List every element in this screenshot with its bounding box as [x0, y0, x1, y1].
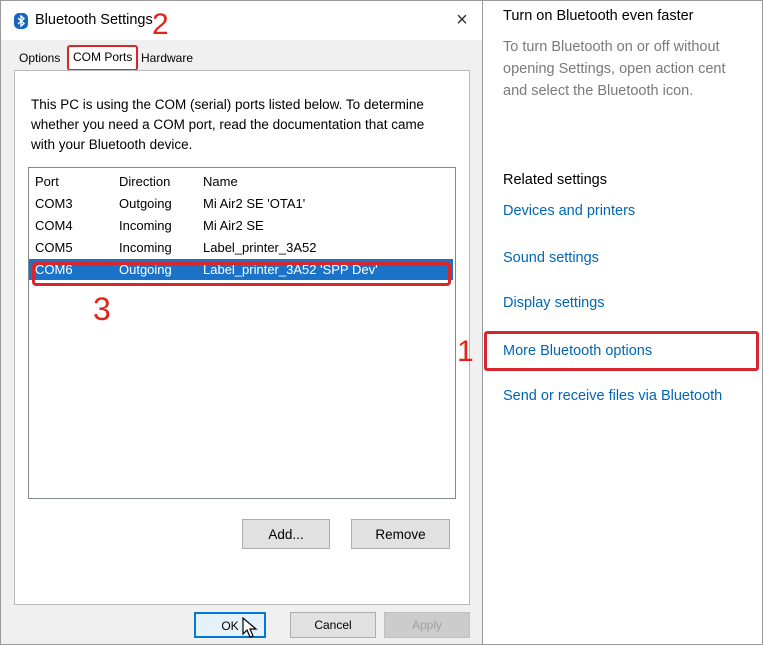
row-direction: Incoming: [119, 240, 172, 255]
row-name: Mi Air2 SE: [203, 218, 264, 233]
row-name: Mi Air2 SE 'OTA1': [203, 196, 306, 211]
row-direction: Outgoing: [119, 196, 172, 211]
mouse-pointer-icon: [242, 617, 258, 638]
send-receive-files-link[interactable]: Send or receive files via Bluetooth: [503, 388, 722, 404]
bluetooth-settings-page: Turn on Bluetooth even faster To turn Bl…: [483, 0, 763, 645]
table-row[interactable]: COM3 Outgoing Mi Air2 SE 'OTA1': [29, 193, 453, 214]
row-port: COM5: [35, 240, 73, 255]
row-direction: Incoming: [119, 218, 172, 233]
remove-port-button[interactable]: Remove: [351, 519, 450, 549]
display-settings-link[interactable]: Display settings: [503, 295, 605, 311]
add-port-button[interactable]: Add...: [242, 519, 330, 549]
column-header-port: Port: [35, 174, 59, 189]
settings-description-line: To turn Bluetooth on or off without: [503, 39, 720, 55]
devices-and-printers-link[interactable]: Devices and printers: [503, 203, 635, 219]
bluetooth-icon: [14, 13, 28, 29]
com-ports-panel: This PC is using the COM (serial) ports …: [14, 70, 470, 605]
annotation-number-2: 2: [152, 8, 169, 41]
annotation-number-3: 3: [93, 291, 111, 327]
sound-settings-link[interactable]: Sound settings: [503, 250, 599, 266]
tab-options[interactable]: Options: [16, 48, 63, 68]
dialog-titlebar: Bluetooth Settings ×: [0, 0, 482, 40]
bluetooth-settings-dialog: Bluetooth Settings × 2 Options COM Ports…: [0, 0, 483, 645]
row-port: COM3: [35, 196, 73, 211]
tab-hardware[interactable]: Hardware: [138, 48, 196, 68]
table-row[interactable]: COM4 Incoming Mi Air2 SE: [29, 215, 453, 236]
tab-com-ports[interactable]: COM Ports: [67, 45, 139, 71]
column-header-name: Name: [203, 174, 238, 189]
list-header: Port Direction Name: [29, 171, 453, 192]
com-ports-description: This PC is using the COM (serial) ports …: [31, 97, 425, 152]
more-bluetooth-options-highlight-box: [484, 331, 759, 371]
annotation-number-1: 1: [457, 335, 474, 368]
settings-description: To turn Bluetooth on or off without open…: [503, 36, 763, 102]
settings-description-line: opening Settings, open action cent: [503, 61, 726, 77]
row-port: COM4: [35, 218, 73, 233]
table-row[interactable]: COM5 Incoming Label_printer_3A52: [29, 237, 453, 258]
cancel-button[interactable]: Cancel: [290, 612, 376, 638]
close-icon[interactable]: ×: [448, 6, 476, 34]
row-name: Label_printer_3A52: [203, 240, 317, 255]
dialog-title: Bluetooth Settings: [35, 12, 153, 28]
settings-heading: Turn on Bluetooth even faster: [503, 8, 694, 24]
column-header-direction: Direction: [119, 174, 171, 189]
related-settings-heading: Related settings: [503, 172, 607, 188]
com-ports-list[interactable]: Port Direction Name COM3 Outgoing Mi Air…: [28, 167, 456, 499]
apply-button[interactable]: Apply: [384, 612, 470, 638]
selected-row-highlight-box: [32, 262, 451, 286]
tab-strip: Options COM Ports Hardware: [0, 45, 482, 71]
settings-description-line: and select the Bluetooth icon.: [503, 83, 694, 99]
